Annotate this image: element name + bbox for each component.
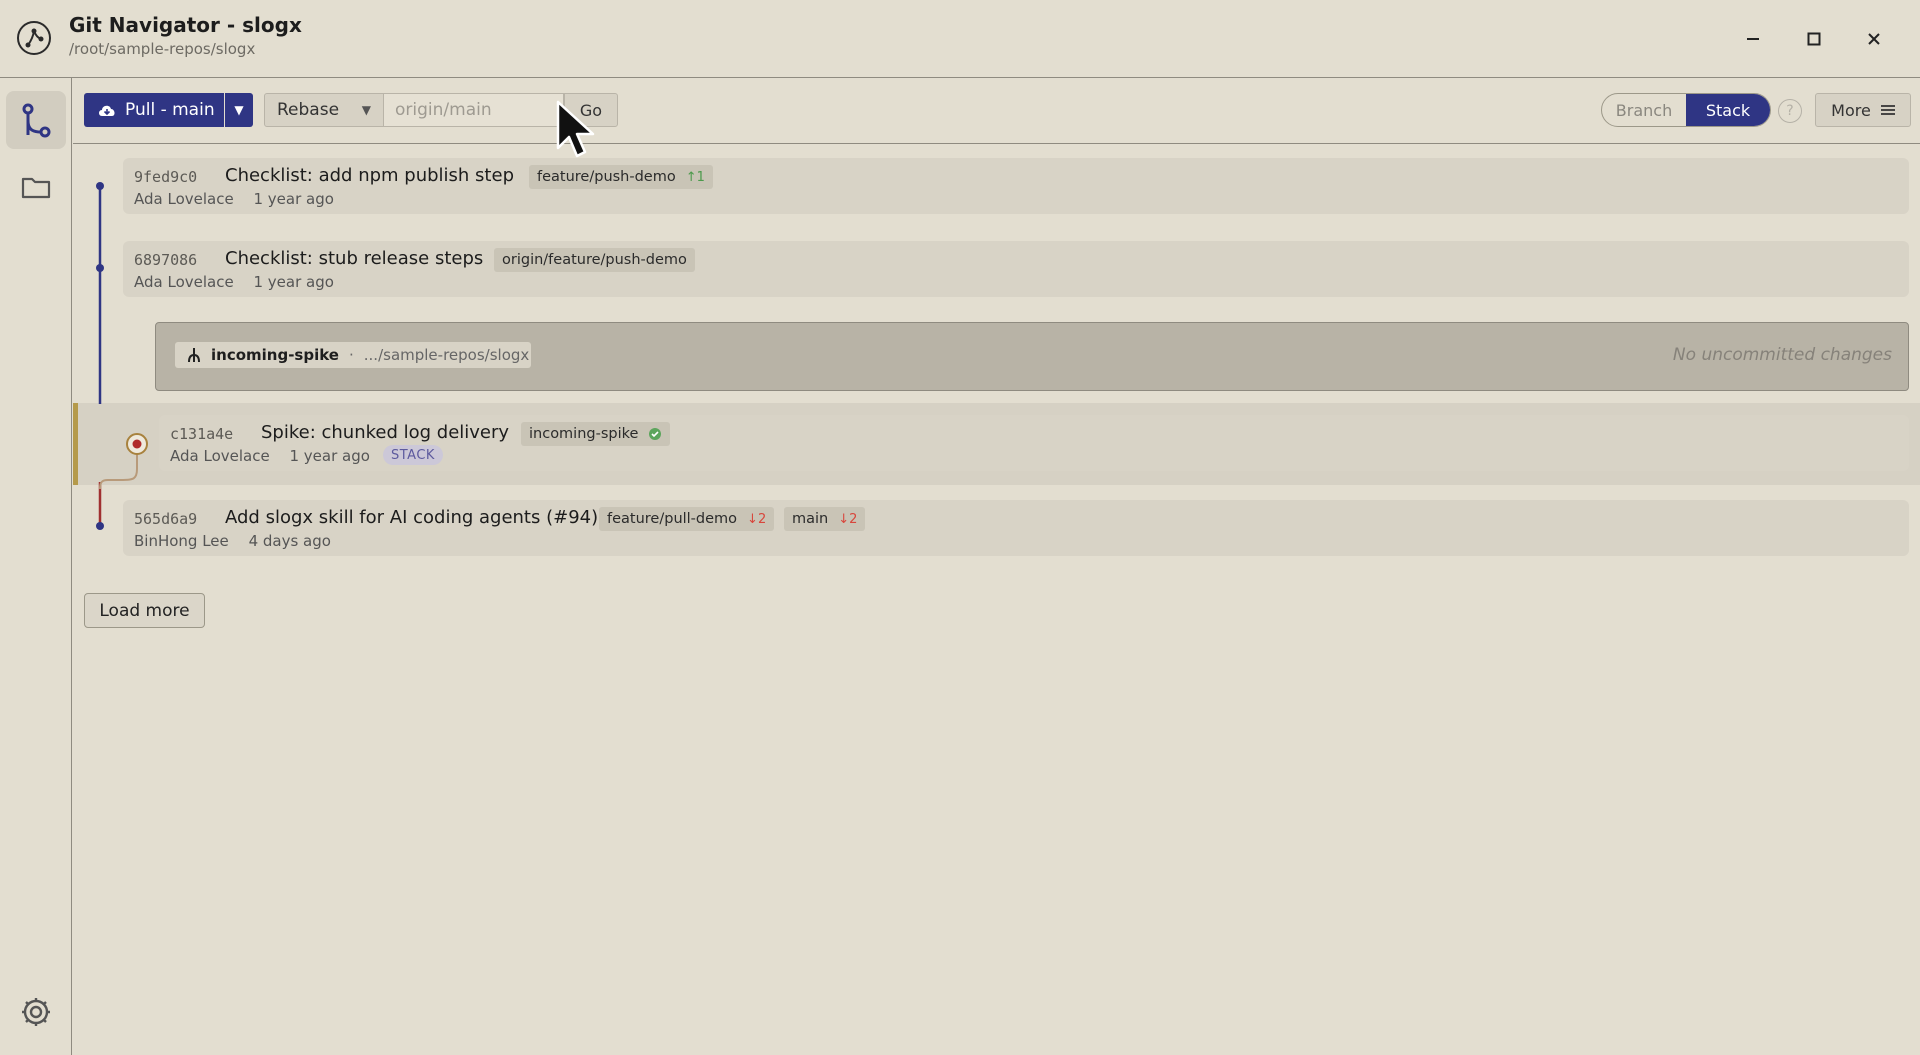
worktree-card[interactable]: incoming-spike · .../sample-repos/slogx …: [155, 322, 1909, 391]
settings-button[interactable]: [17, 993, 55, 1031]
commit-sha: 565d6a9: [134, 510, 198, 528]
window-title: Git Navigator - slogx: [69, 13, 302, 37]
behind-count: ↓2: [838, 511, 858, 527]
worktree-branch: incoming-spike: [211, 346, 339, 364]
commit-sha: 6897086: [134, 251, 198, 269]
commit-subject: Checklist: add npm publish step: [225, 165, 514, 186]
title-bar: Git Navigator - slogx /root/sample-repos…: [0, 0, 1920, 78]
mouse-cursor-icon: [556, 100, 595, 158]
mode-branch-option[interactable]: Branch: [1602, 94, 1686, 126]
load-more-button[interactable]: Load more: [84, 593, 205, 628]
commit-author: BinHong Lee: [134, 532, 229, 550]
mode-stack-option[interactable]: Stack: [1686, 94, 1770, 126]
ref-name: feature/push-demo: [537, 169, 676, 185]
commit-node: [96, 522, 104, 530]
graph-branch-curve: [99, 450, 138, 490]
repo-path: /root/sample-repos/slogx: [69, 40, 256, 58]
commit-meta: BinHong Lee 4 days ago: [134, 532, 331, 550]
cloud-download-icon: [99, 105, 115, 116]
ref-name: feature/pull-demo: [607, 511, 738, 527]
help-button[interactable]: ?: [1778, 99, 1802, 123]
commit-subject: Add slogx skill for AI coding agents (#9…: [225, 507, 599, 528]
chevron-down-icon: ▼: [361, 103, 371, 117]
pull-options-dropdown[interactable]: ▼: [225, 93, 253, 127]
view-mode-toggle: Branch Stack: [1601, 93, 1771, 127]
commit-meta: Ada Lovelace 1 year ago: [134, 273, 334, 291]
ref-name: incoming-spike: [529, 426, 639, 442]
commit-author: Ada Lovelace: [134, 190, 234, 208]
ref-badge[interactable]: main ↓2: [784, 507, 866, 531]
worktree-chip[interactable]: incoming-spike · .../sample-repos/slogx: [175, 342, 531, 368]
commit-row[interactable]: 6897086 Checklist: stub release steps or…: [123, 241, 1909, 297]
hamburger-icon: [1880, 105, 1895, 115]
pull-target-input[interactable]: [384, 93, 564, 127]
more-button[interactable]: More: [1815, 93, 1911, 127]
worktree-separator: ·: [348, 346, 354, 364]
app-logo-icon: [17, 21, 51, 55]
behind-count: ↓2: [747, 511, 767, 527]
commit-subject: Checklist: stub release steps: [225, 248, 484, 269]
commit-sha: 9fed9c0: [134, 168, 198, 186]
minimize-icon[interactable]: [1738, 24, 1768, 54]
commit-author: Ada Lovelace: [170, 447, 270, 465]
commit-node-head-dot: [132, 439, 142, 449]
commit-date: 1 year ago: [253, 273, 334, 291]
branch-graph-icon: [22, 103, 51, 138]
commit-row[interactable]: 565d6a9 Add slogx skill for AI coding ag…: [123, 500, 1909, 556]
sidebar-item-files[interactable]: [6, 158, 66, 216]
pull-button-label: Pull - main: [125, 100, 215, 120]
toolbar: Pull - main ▼ Rebase ▼ Go Branch Stack ?…: [73, 78, 1920, 144]
commit-node: [96, 182, 104, 190]
commit-date: 1 year ago: [253, 190, 334, 208]
ref-badge[interactable]: feature/push-demo ↑1: [529, 165, 713, 189]
commit-sha: c131a4e: [170, 425, 234, 443]
check-circle-icon: [649, 428, 662, 440]
more-button-label: More: [1831, 100, 1871, 120]
pull-button[interactable]: Pull - main: [84, 93, 224, 127]
ref-badge[interactable]: feature/pull-demo ↓2: [599, 507, 775, 531]
ref-name: main: [792, 511, 829, 527]
maximize-icon[interactable]: [1799, 24, 1829, 54]
ref-name: origin/feature/push-demo: [502, 252, 687, 268]
commit-author: Ada Lovelace: [134, 273, 234, 291]
sidebar-item-graph[interactable]: [6, 91, 66, 149]
commit-date: 1 year ago: [289, 447, 370, 465]
ref-badge[interactable]: incoming-spike: [521, 422, 671, 446]
commit-date: 4 days ago: [248, 532, 331, 550]
ref-badge[interactable]: origin/feature/push-demo: [494, 248, 695, 272]
close-icon[interactable]: [1859, 24, 1889, 54]
commit-node: [96, 264, 104, 272]
strategy-value: Rebase: [277, 100, 340, 120]
chevron-down-icon: ▼: [234, 103, 244, 117]
commit-meta: Ada Lovelace 1 year ago: [134, 190, 334, 208]
commit-subject: Spike: chunked log delivery: [261, 422, 510, 443]
worktree-status: No uncommitted changes: [1672, 345, 1892, 365]
commit-row[interactable]: 9fed9c0 Checklist: add npm publish step …: [123, 158, 1909, 214]
commit-meta: Ada Lovelace 1 year ago: [170, 447, 370, 465]
stack-badge: STACK: [383, 445, 443, 465]
ahead-count: ↑1: [685, 169, 705, 185]
gear-icon: [22, 998, 50, 1026]
sidebar: [0, 78, 72, 1055]
pull-strategy-select[interactable]: Rebase ▼: [264, 93, 384, 127]
folder-icon: [21, 177, 51, 199]
fork-icon: [188, 348, 200, 363]
worktree-path: .../sample-repos/slogx: [363, 346, 530, 364]
commit-row-stack[interactable]: c131a4e Spike: chunked log delivery inco…: [159, 415, 1909, 471]
